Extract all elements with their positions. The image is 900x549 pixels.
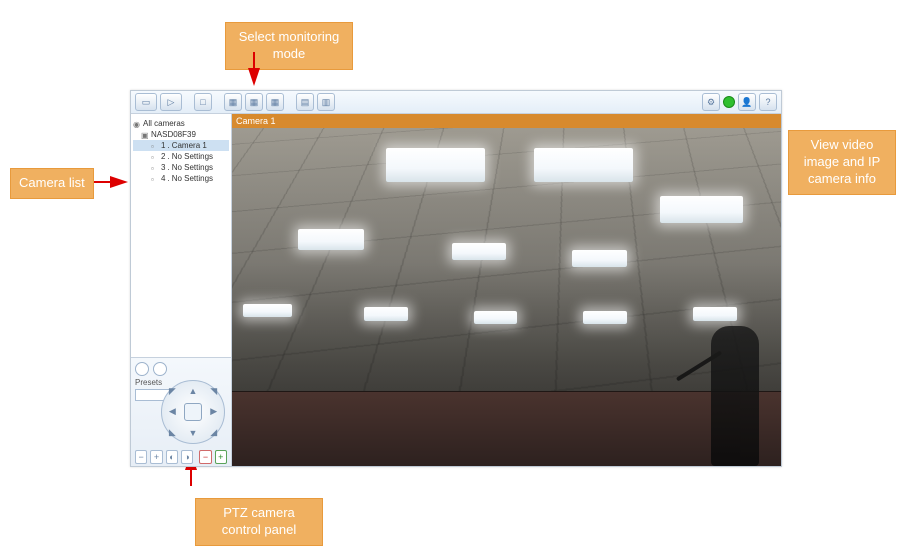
- camera-icon: ▫: [151, 153, 159, 161]
- monitor-button[interactable]: ▭: [135, 93, 157, 111]
- focus-far-button[interactable]: ◑: [181, 450, 193, 464]
- ptz-down-left[interactable]: ◣: [169, 427, 176, 438]
- play-button[interactable]: ▷: [160, 93, 182, 111]
- toolbar: ▭ ▷ □ ▦ ▦ ▦ ▤ ▥ ⚙ 👤 ?: [131, 91, 781, 114]
- settings-button[interactable]: ⚙: [702, 93, 720, 111]
- tree-camera-3[interactable]: ▫ 3. No Settings: [133, 162, 229, 173]
- tree-camera-1[interactable]: ▫ 1. Camera 1: [133, 140, 229, 151]
- ptz-up[interactable]: ▲: [189, 386, 198, 396]
- camera-header-label: Camera 1: [236, 116, 276, 126]
- record-icon[interactable]: [135, 362, 149, 376]
- focus-near-button[interactable]: ◐: [166, 450, 178, 464]
- globe-icon: ◉: [133, 120, 141, 128]
- layout-single-button[interactable]: □: [194, 93, 212, 111]
- tree-root[interactable]: ◉ All cameras: [133, 118, 229, 129]
- layout-4x4-button[interactable]: ▦: [266, 93, 284, 111]
- tree-item-label: No Settings: [172, 163, 213, 172]
- tree-server[interactable]: ▣ NASD08F39: [133, 129, 229, 140]
- callout-ptz-panel: PTZ camera control panel: [195, 498, 323, 546]
- camera-header[interactable]: Camera 1: [232, 114, 781, 128]
- app-window: ▭ ▷ □ ▦ ▦ ▦ ▤ ▥ ⚙ 👤 ? ◉ All cameras ▣ NA…: [130, 90, 782, 467]
- ptz-home[interactable]: [184, 403, 202, 421]
- ptz-down[interactable]: ▼: [189, 428, 198, 438]
- tree-item-label: Camera 1: [172, 141, 207, 150]
- person-silhouette: [711, 326, 759, 466]
- callout-monitoring-mode: Select monitoring mode: [225, 22, 353, 70]
- main-view: Camera 1: [232, 114, 781, 466]
- camera-icon: ▫: [151, 175, 159, 183]
- tree-item-label: No Settings: [172, 152, 213, 161]
- help-button[interactable]: ?: [759, 93, 777, 111]
- ptz-down-right[interactable]: ◢: [210, 427, 217, 438]
- camera-tree[interactable]: ◉ All cameras ▣ NASD08F39 ▫ 1. Camera 1 …: [131, 114, 231, 357]
- tree-item-idx: 2: [161, 152, 165, 161]
- status-indicator-icon: [723, 96, 735, 108]
- ptz-up-right[interactable]: ◥: [210, 386, 217, 397]
- arrow-right-icon: [110, 176, 128, 188]
- ptz-panel: Presets ◤ ▲ ◥ ◀ ▶ ◣ ▼ ◢ − + ◐ ◑: [131, 357, 231, 466]
- tree-item-idx: 4: [161, 174, 165, 183]
- audio-icon[interactable]: [153, 362, 167, 376]
- camera-icon: ▫: [151, 142, 159, 150]
- video-feed[interactable]: [232, 128, 781, 466]
- tree-camera-4[interactable]: ▫ 4. No Settings: [133, 173, 229, 184]
- tree-camera-2[interactable]: ▫ 2. No Settings: [133, 151, 229, 162]
- layout-2x2-button[interactable]: ▦: [224, 93, 242, 111]
- tree-item-idx: 1: [161, 141, 165, 150]
- arrow-down-icon: [248, 68, 260, 86]
- zoom-out-button[interactable]: −: [135, 450, 147, 464]
- ptz-dpad: ◤ ▲ ◥ ◀ ▶ ◣ ▼ ◢: [161, 380, 225, 444]
- user-button[interactable]: 👤: [738, 93, 756, 111]
- zoom-in-button[interactable]: +: [150, 450, 162, 464]
- layout-seq-button[interactable]: ▤: [296, 93, 314, 111]
- ptz-right[interactable]: ▶: [210, 406, 217, 417]
- ptz-up-left[interactable]: ◤: [169, 386, 176, 397]
- ptz-left[interactable]: ◀: [169, 406, 176, 417]
- server-icon: ▣: [141, 131, 149, 139]
- tree-server-label: NASD08F39: [151, 130, 196, 139]
- layout-3x3-button[interactable]: ▦: [245, 93, 263, 111]
- sidebar: ◉ All cameras ▣ NASD08F39 ▫ 1. Camera 1 …: [131, 114, 232, 466]
- callout-video-info: View video image and IP camera info: [788, 130, 896, 195]
- preset-add-button[interactable]: +: [215, 450, 227, 464]
- tree-item-idx: 3: [161, 163, 165, 172]
- layout-multi-button[interactable]: ▥: [317, 93, 335, 111]
- tree-root-label: All cameras: [143, 119, 185, 128]
- preset-delete-button[interactable]: −: [199, 450, 211, 464]
- callout-camera-list: Camera list: [10, 168, 94, 199]
- camera-icon: ▫: [151, 164, 159, 172]
- tree-item-label: No Settings: [172, 174, 213, 183]
